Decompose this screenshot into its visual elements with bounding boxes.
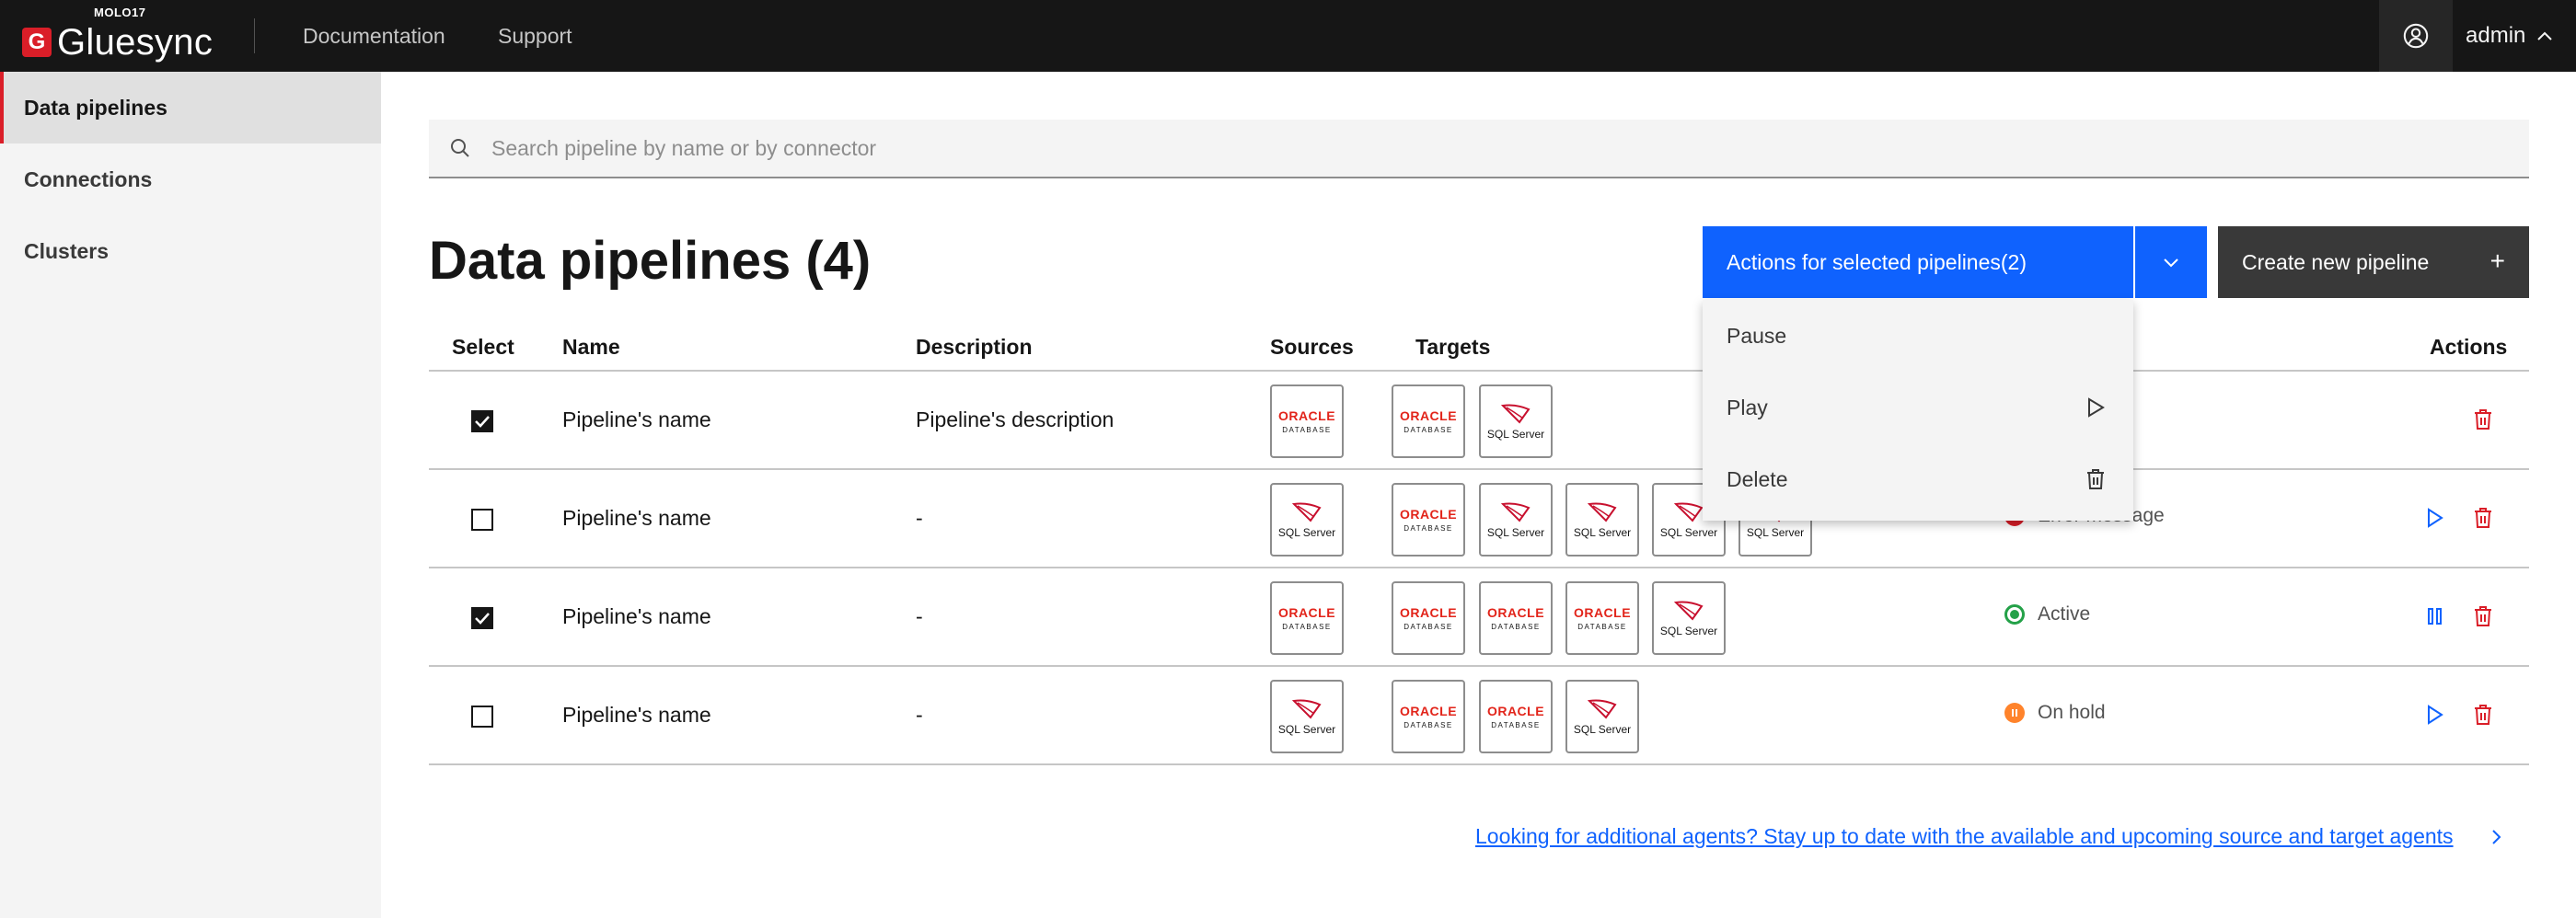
table-row: Pipeline's name - ORACLE DATABASE ORACLE D… — [429, 567, 2529, 665]
column-header-actions: Actions — [2430, 335, 2508, 359]
table-bottom-border — [429, 763, 2529, 765]
row-select-checkbox[interactable] — [471, 410, 493, 432]
trash-icon — [2087, 469, 2104, 489]
menu-item-play[interactable]: Play — [1703, 372, 2133, 443]
delete-icon[interactable] — [2470, 603, 2496, 629]
source-sqlserver-logo: SQL Server — [1270, 483, 1344, 557]
chevron-down-icon — [2164, 258, 2178, 268]
pipeline-description: - — [916, 703, 923, 727]
actions-for-selected-button[interactable]: Actions for selected pipelines(2) — [1703, 226, 2133, 298]
pipeline-description: Pipeline's description — [916, 407, 1115, 431]
nav-documentation[interactable]: Documentation — [303, 0, 445, 72]
additional-agents-link[interactable]: Looking for additional agents? Stay up t… — [1475, 824, 2454, 849]
target-oracle-logo: ORACLE DATABASE — [1392, 680, 1465, 753]
nav-support[interactable]: Support — [498, 0, 572, 72]
brand[interactable]: G MOLO17 Gluesync — [22, 5, 214, 63]
delete-icon[interactable] — [2470, 407, 2496, 432]
target-sqlserver-logo: SQL Server — [1479, 384, 1553, 458]
table-row: Pipeline's name Pipeline's description O… — [429, 370, 2529, 468]
pipeline-name[interactable]: Pipeline's name — [562, 470, 711, 567]
actions-dropdown-toggle[interactable] — [2135, 226, 2207, 298]
chevron-up-icon — [2537, 31, 2553, 40]
pipeline-description: - — [916, 506, 923, 530]
target-oracle-logo: ORACLE DATABASE — [1392, 384, 1465, 458]
brand-name: Gluesync — [57, 21, 214, 63]
pipeline-description: - — [916, 604, 923, 628]
user-menu-button[interactable]: admin — [2453, 0, 2576, 72]
on-hold-icon — [2004, 703, 2025, 723]
user-name: admin — [2466, 23, 2526, 48]
source-oracle-logo: ORACLE DATABASE — [1270, 384, 1344, 458]
table-row: Pipeline's name - SQL Server ORACLE DATAB… — [429, 468, 2529, 567]
pipeline-name[interactable]: Pipeline's name — [562, 372, 711, 468]
source-sqlserver-logo: SQL Server — [1270, 680, 1344, 753]
target-oracle-logo: ORACLE DATABASE — [1392, 581, 1465, 655]
play-icon[interactable] — [2422, 505, 2448, 531]
user-avatar-icon — [2403, 23, 2429, 49]
brand-company: MOLO17 — [94, 5, 146, 19]
column-header-name: Name — [562, 335, 620, 359]
search-icon — [451, 139, 469, 157]
sidebar-item-data-pipelines[interactable]: Data pipelines — [0, 72, 381, 143]
target-oracle-logo: ORACLE DATABASE — [1392, 483, 1465, 557]
sidebar: Data pipelines Connections Clusters — [0, 72, 381, 918]
delete-icon[interactable] — [2470, 702, 2496, 728]
pipeline-name[interactable]: Pipeline's name — [562, 667, 711, 763]
delete-icon[interactable] — [2470, 505, 2496, 531]
play-icon[interactable] — [2422, 702, 2448, 728]
header-divider — [254, 18, 255, 53]
row-select-checkbox[interactable] — [471, 607, 493, 629]
row-select-checkbox[interactable] — [471, 509, 493, 531]
target-oracle-logo: ORACLE DATABASE — [1565, 581, 1639, 655]
create-new-pipeline-button[interactable]: Create new pipeline + — [2218, 226, 2529, 298]
plus-icon: + — [2489, 247, 2505, 275]
column-header-description: Description — [916, 335, 1033, 359]
checkmark-icon — [475, 613, 490, 625]
brand-text: MOLO17 Gluesync — [57, 5, 214, 63]
pause-icon[interactable] — [2422, 603, 2448, 629]
checkmark-icon — [475, 416, 490, 428]
chevron-right-icon[interactable] — [2485, 826, 2507, 848]
table-row: Pipeline's name - SQL Server ORACLE DATAB… — [429, 665, 2529, 763]
row-select-checkbox[interactable] — [471, 706, 493, 728]
pipeline-status: Active — [2004, 603, 2090, 625]
user-profile-button[interactable] — [2379, 0, 2453, 72]
column-header-sources: Sources — [1270, 335, 1354, 359]
search-input[interactable] — [491, 135, 2148, 161]
active-status-icon — [2004, 604, 2025, 625]
sidebar-item-clusters[interactable]: Clusters — [0, 215, 381, 287]
actions-dropdown-menu: Pause Play Delete — [1703, 300, 2133, 521]
status-text: On hold — [2038, 702, 2106, 723]
column-header-targets: Targets — [1415, 335, 1491, 359]
gluesync-logo-icon: G — [22, 28, 52, 57]
page-title: Data pipelines (4) — [429, 231, 872, 291]
pipeline-name[interactable]: Pipeline's name — [562, 568, 711, 665]
menu-item-delete[interactable]: Delete — [1703, 443, 2133, 515]
target-sqlserver-logo: SQL Server — [1565, 680, 1639, 753]
create-button-label: Create new pipeline — [2242, 249, 2430, 274]
user-area: admin — [2379, 0, 2576, 72]
target-sqlserver-logo: SQL Server — [1565, 483, 1639, 557]
status-text: Active — [2038, 603, 2091, 625]
target-sqlserver-logo: SQL Server — [1479, 483, 1553, 557]
top-navigation-bar: G MOLO17 Gluesync Documentation Support … — [0, 0, 2576, 72]
target-oracle-logo: ORACLE DATABASE — [1479, 581, 1553, 655]
target-oracle-logo: ORACLE DATABASE — [1479, 680, 1553, 753]
target-sqlserver-logo: SQL Server — [1652, 581, 1726, 655]
column-header-select: Select — [452, 335, 514, 359]
sidebar-item-connections[interactable]: Connections — [0, 143, 381, 215]
menu-item-pause[interactable]: Pause — [1703, 300, 2133, 372]
source-oracle-logo: ORACLE DATABASE — [1270, 581, 1344, 655]
play-icon — [2088, 397, 2105, 418]
pipeline-status: On hold — [2004, 702, 2106, 724]
search-bar — [429, 120, 2529, 178]
